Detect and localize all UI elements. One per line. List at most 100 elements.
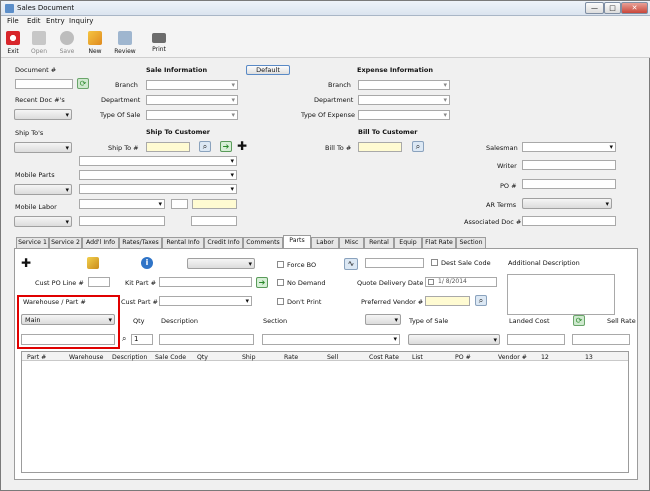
tab-service-1[interactable]: Service 1: [16, 237, 49, 248]
tab-rates-taxes[interactable]: Rates/Taxes: [119, 237, 162, 248]
sell-rate-input[interactable]: [572, 334, 630, 345]
cust-po-line-input[interactable]: [88, 277, 110, 287]
recalc-icon[interactable]: ⟳: [573, 315, 585, 326]
ship-address-2[interactable]: [79, 170, 237, 180]
salesman-select[interactable]: [522, 142, 616, 152]
quote-delivery-date-input[interactable]: 1/ 8/2014: [425, 277, 497, 287]
tab-flat-rate[interactable]: Flat Rate: [422, 237, 456, 248]
tab-section[interactable]: Section: [456, 237, 486, 248]
menu-inquiry[interactable]: Inquiry: [69, 17, 93, 25]
new-button[interactable]: New: [83, 30, 107, 57]
vendor-search-icon[interactable]: ⌕: [475, 295, 487, 306]
add-part-icon[interactable]: ✚: [21, 257, 31, 269]
part-search-icon[interactable]: ⌕: [122, 334, 130, 343]
exit-button[interactable]: Exit: [1, 30, 25, 57]
ship-phone-input[interactable]: [79, 216, 165, 226]
col-po[interactable]: PO #: [455, 354, 471, 361]
tab-equip[interactable]: Equip: [394, 237, 422, 248]
default-button[interactable]: Default: [246, 65, 290, 75]
tab-rental[interactable]: Rental: [364, 237, 394, 248]
ship-city-input[interactable]: [79, 199, 165, 209]
tab-labor[interactable]: Labor: [311, 237, 339, 248]
tab-rental-info[interactable]: Rental Info: [162, 237, 204, 248]
recent-doc-select[interactable]: [14, 109, 72, 120]
ship-to-input[interactable]: [146, 142, 190, 152]
part-extra-input[interactable]: [365, 258, 424, 268]
menu-edit[interactable]: Edit: [27, 17, 41, 25]
close-button[interactable]: ✕: [621, 2, 648, 14]
landed-cost-input[interactable]: [507, 334, 565, 345]
ship-to-search-icon[interactable]: ⌕: [199, 141, 211, 152]
dest-sale-code-checkbox[interactable]: [431, 259, 438, 266]
dont-print-checkbox[interactable]: [277, 298, 284, 305]
qty-input[interactable]: 1: [131, 334, 153, 345]
col-sell[interactable]: Sell: [327, 354, 338, 361]
tab-comments[interactable]: Comments: [243, 237, 283, 248]
date-checkbox[interactable]: [428, 279, 434, 285]
refresh-icon[interactable]: ⟳: [77, 78, 89, 89]
col-12[interactable]: 12: [541, 354, 549, 361]
col-13[interactable]: 13: [585, 354, 593, 361]
po-input[interactable]: [522, 179, 616, 189]
save-button[interactable]: Save: [55, 30, 79, 57]
exp-branch-select[interactable]: [358, 80, 450, 90]
mobile-parts-select[interactable]: [14, 184, 72, 195]
col-qty[interactable]: Qty: [197, 354, 208, 361]
col-rate[interactable]: Rate: [284, 354, 298, 361]
description-input[interactable]: [159, 334, 254, 345]
ship-zip-input[interactable]: [192, 199, 237, 209]
additional-description-input[interactable]: [507, 274, 615, 315]
bill-to-search-icon[interactable]: ⌕: [412, 141, 424, 152]
preferred-vendor-input[interactable]: [425, 296, 470, 306]
tab-addl-info[interactable]: Add'l Info: [82, 237, 119, 248]
print-button[interactable]: Print: [146, 30, 172, 57]
section-filter-select[interactable]: [365, 314, 401, 325]
ship-state-input[interactable]: [171, 199, 188, 209]
writer-input[interactable]: [522, 160, 616, 170]
tab-credit-info[interactable]: Credit Info: [204, 237, 243, 248]
col-cost-rate[interactable]: Cost Rate: [369, 354, 399, 361]
ship-tos-select[interactable]: [14, 142, 72, 153]
ship-to-go-icon[interactable]: ➔: [220, 141, 232, 152]
no-demand-checkbox[interactable]: [277, 279, 284, 286]
col-ship[interactable]: Ship: [242, 354, 256, 361]
tab-parts[interactable]: Parts: [283, 235, 311, 248]
col-warehouse[interactable]: Warehouse: [69, 354, 103, 361]
col-part[interactable]: Part #: [27, 354, 46, 361]
ship-address-1[interactable]: [79, 156, 237, 166]
kit-part-go-icon[interactable]: ➔: [256, 277, 268, 288]
maximize-button[interactable]: □: [604, 2, 621, 14]
force-bo-checkbox[interactable]: [277, 261, 284, 268]
tab-misc[interactable]: Misc: [339, 237, 364, 248]
kit-icon[interactable]: [87, 257, 99, 269]
col-vendor[interactable]: Vendor #: [498, 354, 527, 361]
col-sale-code[interactable]: Sale Code: [155, 354, 186, 361]
wave-icon[interactable]: ∿: [344, 258, 358, 270]
associated-doc-input[interactable]: [522, 216, 616, 226]
bill-to-input[interactable]: [358, 142, 402, 152]
type-of-sale-select[interactable]: [146, 110, 238, 120]
cust-part-select[interactable]: [159, 296, 252, 306]
part-type-select[interactable]: [187, 258, 255, 269]
review-button[interactable]: Review: [111, 30, 139, 57]
col-description[interactable]: Description: [112, 354, 147, 361]
department-select[interactable]: [146, 95, 238, 105]
minimize-button[interactable]: —: [585, 2, 604, 14]
kit-part-input[interactable]: [159, 277, 252, 287]
ship-to-add-icon[interactable]: ✚: [237, 140, 247, 152]
type-of-sale-part-select[interactable]: [408, 334, 500, 345]
branch-select[interactable]: [146, 80, 238, 90]
exp-department-select[interactable]: [358, 95, 450, 105]
mobile-labor-select[interactable]: [14, 216, 72, 227]
info-icon[interactable]: i: [141, 257, 153, 269]
col-list[interactable]: List: [412, 354, 423, 361]
document-number-input[interactable]: [15, 79, 73, 89]
menu-file[interactable]: File: [7, 17, 19, 25]
open-button[interactable]: Open: [27, 30, 51, 57]
ar-terms-select[interactable]: [522, 198, 612, 209]
menu-entry[interactable]: Entry: [46, 17, 65, 25]
tab-service-2[interactable]: Service 2: [49, 237, 82, 248]
section-select[interactable]: [262, 334, 400, 345]
ship-fax-input[interactable]: [191, 216, 237, 226]
type-of-expense-select[interactable]: [358, 110, 450, 120]
